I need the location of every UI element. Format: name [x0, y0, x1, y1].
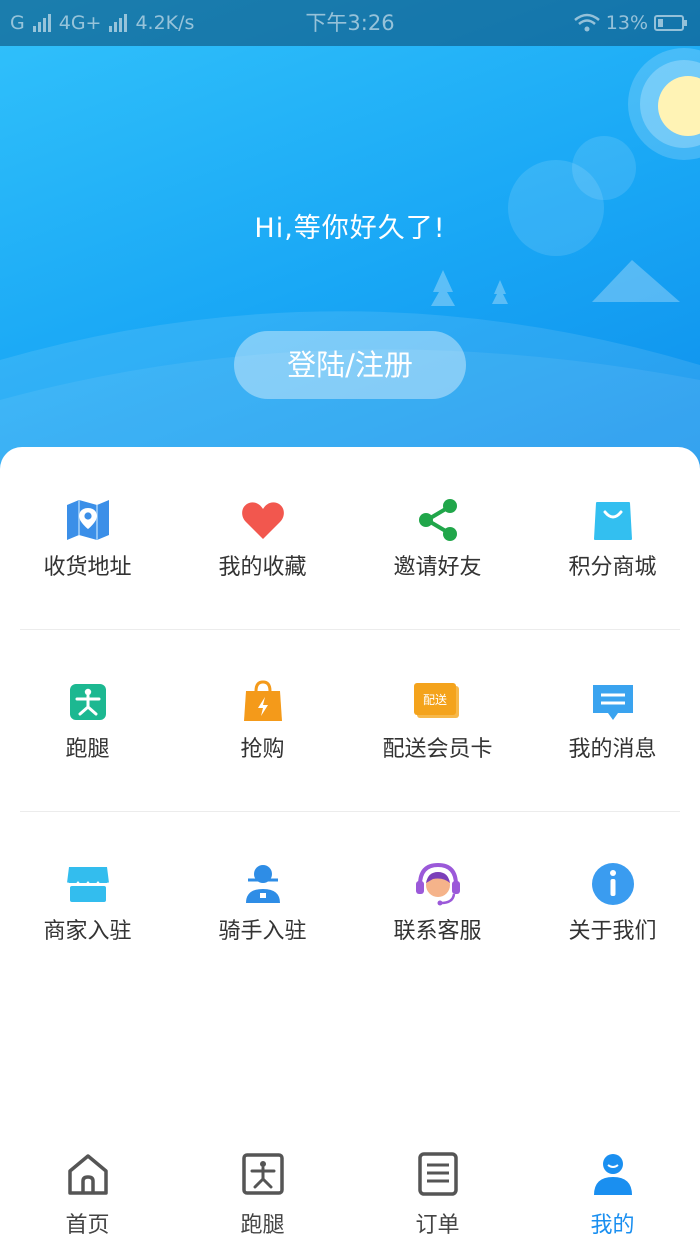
message-icon — [593, 685, 633, 720]
menu-item-label: 抢购 — [240, 737, 285, 762]
battery-icon — [654, 15, 687, 31]
menu-item-rider-join[interactable]: 骑手入驻 — [175, 853, 350, 963]
menu-row: 跑腿 抢购 配送 配送会员卡 我的消息 — [0, 671, 700, 801]
menu-item-messages[interactable]: 我的消息 — [525, 671, 700, 781]
order-icon — [418, 1152, 458, 1196]
home-icon — [68, 1154, 108, 1195]
delivery-card-icon: 配送 — [414, 683, 459, 718]
tab-home[interactable]: 首页 — [0, 1137, 175, 1244]
menu-item-address[interactable]: 收货地址 — [0, 489, 175, 599]
menu-card: 收货地址 我的收藏 邀请好友 积分商城 跑腿 抢购 配送 配送会员卡 我的消息 … — [0, 447, 700, 1137]
profile-header: G 4G+ 4.2K/s 下午3:26 13% Hi,等你好久了! 登陆/注册 — [0, 0, 700, 480]
bubble-decoration-small — [572, 136, 636, 200]
menu-item-label: 邀请好友 — [393, 555, 482, 580]
menu-divider — [20, 811, 680, 812]
menu-item-delivery-card[interactable]: 配送 配送会员卡 — [350, 671, 525, 781]
menu-item-invite[interactable]: 邀请好友 — [350, 489, 525, 599]
profile-icon — [594, 1154, 632, 1195]
store-icon — [66, 867, 110, 902]
menu-item-label: 我的消息 — [568, 737, 657, 762]
flash-bag-icon — [244, 680, 282, 721]
tab-label: 订单 — [415, 1213, 460, 1238]
tab-profile[interactable]: 我的 — [525, 1137, 700, 1244]
runner-icon — [70, 684, 106, 720]
menu-item-points-mall[interactable]: 积分商城 — [525, 489, 700, 599]
menu-divider — [20, 629, 680, 630]
menu-item-label: 我的收藏 — [218, 555, 307, 580]
customer-service-icon — [416, 862, 460, 906]
svg-text:配送: 配送 — [423, 692, 447, 707]
rider-icon — [246, 865, 280, 903]
shopping-bag-icon — [594, 502, 632, 540]
tab-errand[interactable]: 跑腿 — [175, 1137, 350, 1244]
bottom-tab-bar: 首页 跑腿 订单 我的 — [0, 1137, 700, 1244]
menu-item-label: 联系客服 — [393, 919, 482, 944]
status-bar: G 4G+ 4.2K/s 下午3:26 13% — [0, 0, 700, 46]
menu-row: 商家入驻 骑手入驻 联系客服 关于我们 — [0, 853, 700, 983]
errand-icon — [242, 1153, 284, 1195]
menu-item-label: 积分商城 — [568, 555, 657, 580]
menu-item-flash-sale[interactable]: 抢购 — [175, 671, 350, 781]
status-right: 13% — [573, 0, 688, 46]
login-register-button[interactable]: 登陆/注册 — [234, 331, 466, 399]
tab-label: 跑腿 — [240, 1213, 285, 1238]
info-icon — [592, 863, 634, 905]
menu-item-about-us[interactable]: 关于我们 — [525, 853, 700, 963]
menu-item-merchant-join[interactable]: 商家入驻 — [0, 853, 175, 963]
menu-item-customer-service[interactable]: 联系客服 — [350, 853, 525, 963]
menu-row: 收货地址 我的收藏 邀请好友 积分商城 — [0, 489, 700, 619]
tab-label: 首页 — [65, 1213, 110, 1238]
tab-orders[interactable]: 订单 — [350, 1137, 525, 1244]
menu-item-label: 跑腿 — [65, 737, 110, 762]
menu-item-label: 骑手入驻 — [218, 919, 307, 944]
share-icon — [419, 499, 457, 541]
battery-percent: 13% — [605, 12, 648, 34]
menu-item-errand[interactable]: 跑腿 — [0, 671, 175, 781]
menu-item-label: 收货地址 — [43, 555, 132, 580]
heart-icon — [242, 502, 284, 539]
tab-label: 我的 — [590, 1213, 635, 1238]
menu-item-label: 配送会员卡 — [382, 737, 493, 762]
menu-item-label: 商家入驻 — [43, 919, 132, 944]
menu-item-label: 关于我们 — [568, 919, 657, 944]
wifi-icon — [573, 13, 600, 32]
map-pin-icon — [67, 500, 109, 540]
menu-item-favorites[interactable]: 我的收藏 — [175, 489, 350, 599]
greeting-text: Hi,等你好久了! — [254, 213, 446, 244]
